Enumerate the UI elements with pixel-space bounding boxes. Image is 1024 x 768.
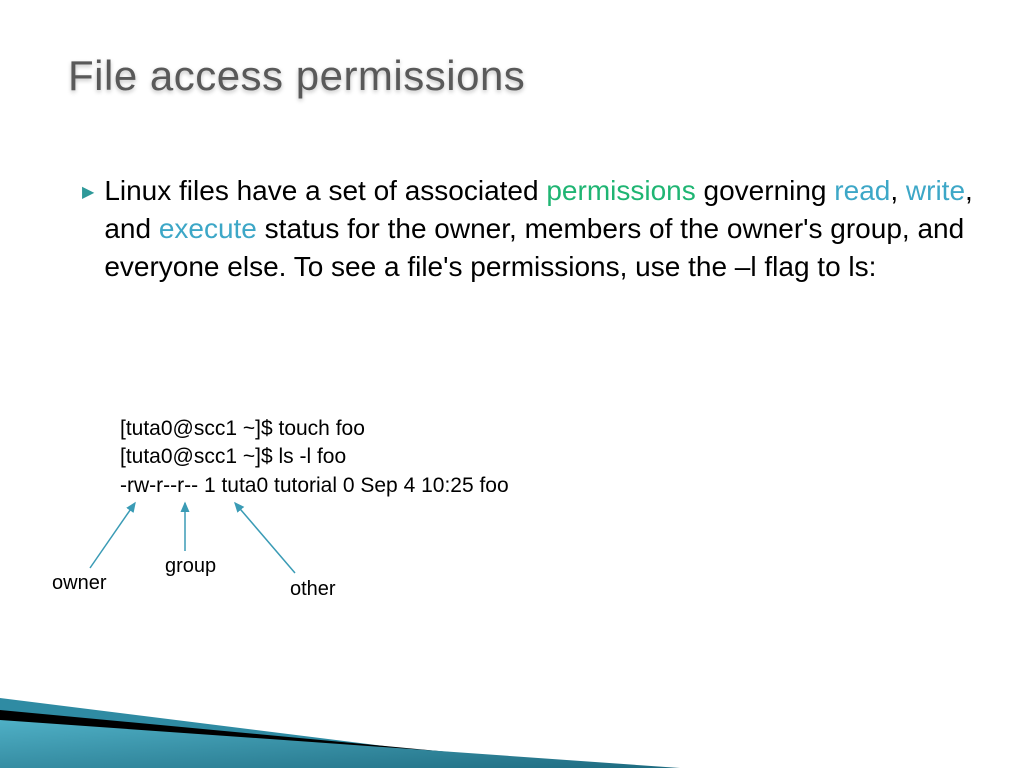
footer-decoration: [0, 628, 1024, 768]
slide-title: File access permissions: [68, 52, 525, 100]
bullet-marker-icon: ▶: [82, 182, 94, 202]
label-other: other: [290, 578, 336, 601]
content-area: ▶ Linux files have a set of associated p…: [82, 172, 984, 285]
keyword-permissions: permissions: [546, 175, 695, 206]
bullet-text: Linux files have a set of associated per…: [104, 172, 984, 285]
label-group: group: [165, 555, 216, 578]
terminal-line: [tuta0@scc1 ~]$ ls -l foo: [120, 443, 509, 471]
annotation-arrows: owner group other: [50, 493, 400, 613]
keyword-write: write: [906, 175, 965, 206]
text-segment: ,: [890, 175, 906, 206]
label-owner: owner: [52, 572, 106, 595]
text-segment: governing: [696, 175, 835, 206]
bullet-item: ▶ Linux files have a set of associated p…: [82, 172, 984, 285]
arrows-svg: [50, 493, 400, 613]
terminal-line: [tuta0@scc1 ~]$ touch foo: [120, 415, 509, 443]
keyword-execute: execute: [159, 213, 257, 244]
text-segment: Linux files have a set of associated: [104, 175, 546, 206]
keyword-read: read: [834, 175, 890, 206]
terminal-output: [tuta0@scc1 ~]$ touch foo [tuta0@scc1 ~]…: [120, 415, 509, 500]
